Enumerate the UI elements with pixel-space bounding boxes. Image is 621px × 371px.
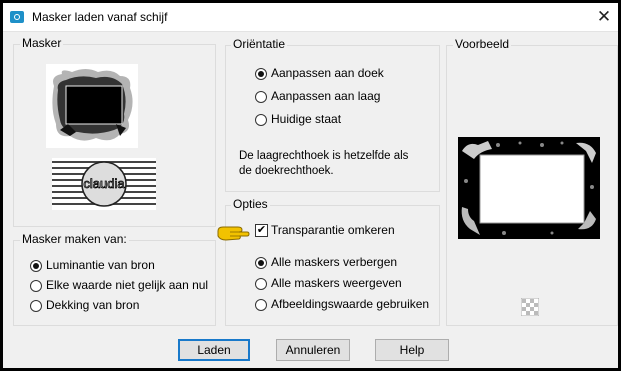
radio-current-state[interactable] xyxy=(255,114,267,126)
radio-fit-canvas-label: Aanpassen aan doek xyxy=(271,66,384,80)
radio-opacity-label: Dekking van bron xyxy=(46,298,140,312)
radio-current-state-label: Huidige staat xyxy=(271,112,342,126)
mask-name-text: claudia xyxy=(83,176,125,191)
mask-thumbnail[interactable] xyxy=(46,64,138,148)
radio-fit-layer-label: Aanpassen aan laag xyxy=(271,89,381,103)
radio-hide-masks-label: Alle maskers verbergen xyxy=(271,255,398,269)
invert-transparency-checkbox[interactable]: ✔ xyxy=(255,224,268,237)
orientation-info-line2: de doekrechthoek. xyxy=(239,165,334,177)
help-button[interactable]: Help xyxy=(375,339,449,361)
window-title: Masker laden vanaf schijf xyxy=(32,10,168,24)
radio-show-masks[interactable] xyxy=(255,278,267,290)
checkerboard-icon[interactable] xyxy=(521,298,539,316)
mask-group-label: Masker xyxy=(20,36,64,50)
radio-hide-masks[interactable] xyxy=(255,257,267,269)
pointing-hand-icon xyxy=(217,226,250,241)
radio-luminance-label: Luminantie van bron xyxy=(46,258,155,272)
radio-opacity[interactable] xyxy=(30,300,42,312)
close-button[interactable]: ✕ xyxy=(595,8,613,26)
radio-fit-layer[interactable] xyxy=(255,91,267,103)
radio-fit-canvas[interactable] xyxy=(255,68,267,80)
preview-image xyxy=(458,137,600,239)
app-icon xyxy=(10,11,24,23)
radio-image-value-label: Afbeeldingswaarde gebruiken xyxy=(271,297,430,311)
options-group-label: Opties xyxy=(231,197,270,211)
load-button[interactable]: Laden xyxy=(178,339,250,361)
radio-luminance[interactable] xyxy=(30,260,42,272)
radio-nonzero[interactable] xyxy=(30,280,42,292)
title-bar: Masker laden vanaf schijf ✕ xyxy=(3,3,618,32)
radio-nonzero-label: Elke waarde niet gelijk aan nul xyxy=(46,278,209,292)
cancel-button[interactable]: Annuleren xyxy=(276,339,350,361)
mask-name-thumbnail: claudia xyxy=(52,158,156,210)
radio-show-masks-label: Alle maskers weergeven xyxy=(271,276,402,290)
invert-transparency-label: Transparantie omkeren xyxy=(271,223,395,237)
source-group-label: Masker maken van: xyxy=(20,232,129,246)
dialog-window: Masker laden vanaf schijf ✕ Masker claud… xyxy=(3,3,618,368)
orientation-group-label: Oriëntatie xyxy=(231,37,288,51)
radio-image-value[interactable] xyxy=(255,299,267,311)
preview-group-label: Voorbeeld xyxy=(453,37,512,51)
orientation-info-line1: De laagrechthoek is hetzelfde als xyxy=(239,150,409,162)
